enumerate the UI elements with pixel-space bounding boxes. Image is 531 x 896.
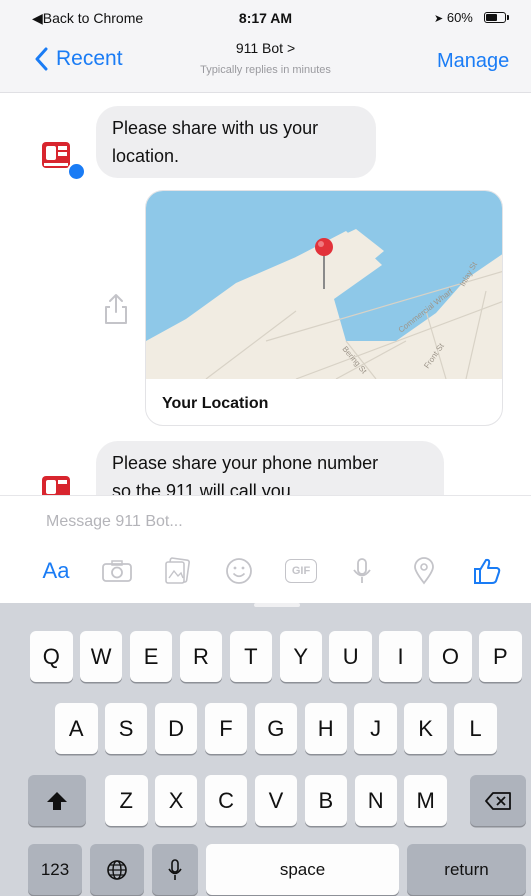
key-v[interactable]: V — [254, 775, 298, 826]
key-a[interactable]: A — [55, 703, 98, 754]
key-n[interactable]: N — [354, 775, 397, 826]
keyboard-mic-icon — [168, 858, 182, 880]
key-l[interactable]: L — [454, 703, 497, 754]
key-b[interactable]: B — [304, 775, 348, 826]
message-line: Please share your phone number — [112, 453, 379, 473]
key-j[interactable]: J — [354, 703, 397, 754]
aa-button[interactable]: Aa — [38, 556, 74, 586]
key-q[interactable]: Q — [30, 631, 73, 682]
key-w[interactable]: W — [79, 631, 123, 682]
emoji-icon — [226, 558, 252, 584]
message-input[interactable]: Message 911 Bot... — [46, 513, 183, 531]
location-button[interactable] — [411, 556, 437, 586]
location-card[interactable]: Commercial Wharf Inlay St Bering St Fron… — [145, 190, 503, 426]
microphone-icon — [353, 558, 371, 583]
key-c[interactable]: C — [204, 775, 248, 826]
location-map: Commercial Wharf Inlay St Bering St Fron… — [146, 191, 502, 379]
messenger-badge-icon — [67, 162, 86, 181]
camera-icon — [102, 560, 132, 582]
aa-label: Aa — [42, 558, 70, 583]
message-line: location. — [112, 146, 180, 166]
key-y[interactable]: Y — [279, 631, 322, 682]
location-arrow-icon: ➤ — [434, 13, 444, 25]
emoji-button[interactable] — [224, 556, 254, 586]
share-button[interactable] — [101, 292, 131, 326]
globe-key[interactable] — [90, 844, 144, 895]
camera-button[interactable] — [100, 556, 134, 586]
manage-button[interactable]: Manage — [437, 50, 509, 73]
key-g[interactable]: G — [254, 703, 298, 754]
key-e[interactable]: E — [129, 631, 173, 682]
gif-button[interactable]: GIF — [283, 556, 319, 586]
battery-percent: ➤ 60% — [434, 10, 473, 25]
thumbs-up-icon — [474, 558, 501, 584]
location-pin-icon — [414, 557, 434, 585]
location-card-label: Your Location — [162, 395, 269, 412]
dictation-key[interactable] — [152, 844, 198, 895]
backspace-icon — [485, 791, 511, 810]
numbers-key[interactable]: 123 — [28, 844, 82, 895]
key-m[interactable]: M — [404, 775, 447, 826]
key-d[interactable]: D — [154, 703, 198, 754]
backspace-key[interactable] — [470, 775, 526, 826]
gif-icon: GIF — [285, 559, 317, 583]
key-z[interactable]: Z — [105, 775, 148, 826]
like-button[interactable] — [470, 556, 504, 586]
keyboard-drag-handle[interactable] — [254, 603, 300, 607]
battery-tip — [507, 15, 509, 20]
shift-icon — [47, 791, 67, 810]
gallery-icon — [165, 557, 190, 584]
space-key[interactable]: space — [206, 844, 399, 895]
key-f[interactable]: F — [204, 703, 248, 754]
key-x[interactable]: X — [154, 775, 198, 826]
share-icon — [105, 294, 127, 324]
voice-message-button[interactable] — [350, 556, 374, 586]
message-line: Please share with us your — [112, 118, 319, 138]
message-composer — [0, 495, 531, 604]
key-h[interactable]: H — [304, 703, 347, 754]
globe-icon — [107, 859, 127, 880]
return-key[interactable]: return — [407, 844, 526, 895]
bot-message-bubble[interactable]: Please share with us your location. — [96, 106, 376, 178]
key-k[interactable]: K — [404, 703, 447, 754]
key-i[interactable]: I — [379, 631, 422, 682]
key-u[interactable]: U — [329, 631, 372, 682]
key-o[interactable]: O — [429, 631, 472, 682]
key-r[interactable]: R — [179, 631, 223, 682]
key-p[interactable]: P — [479, 631, 522, 682]
gallery-button[interactable] — [162, 556, 192, 586]
battery-icon — [484, 12, 506, 23]
shift-key[interactable] — [28, 775, 86, 826]
key-s[interactable]: S — [104, 703, 148, 754]
key-t[interactable]: T — [229, 631, 273, 682]
